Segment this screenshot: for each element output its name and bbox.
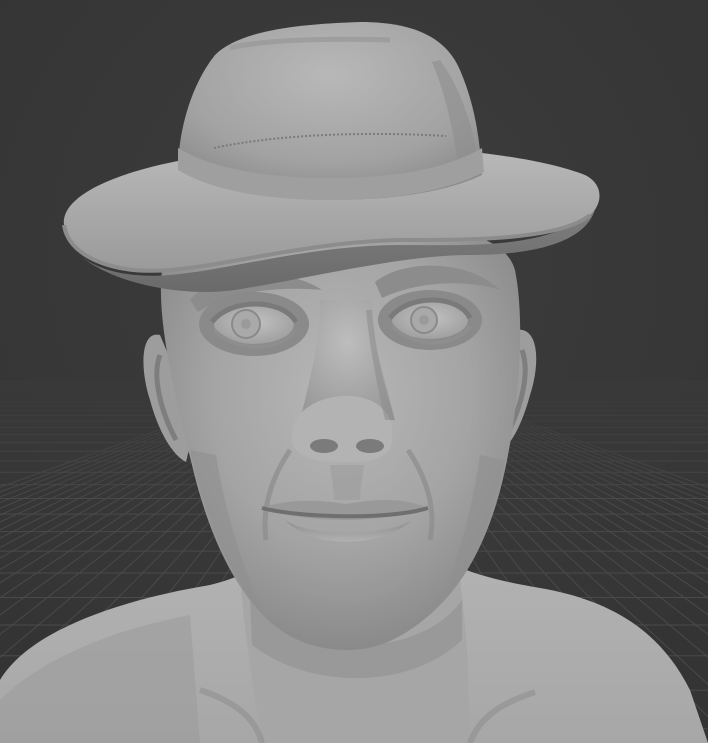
viewport-scene[interactable]	[0, 0, 708, 743]
right-nostril	[356, 439, 384, 453]
left-nostril	[310, 439, 338, 453]
3d-viewport[interactable]	[0, 0, 708, 743]
right-pupil	[419, 315, 429, 325]
philtrum	[330, 465, 364, 500]
left-pupil	[241, 319, 251, 329]
